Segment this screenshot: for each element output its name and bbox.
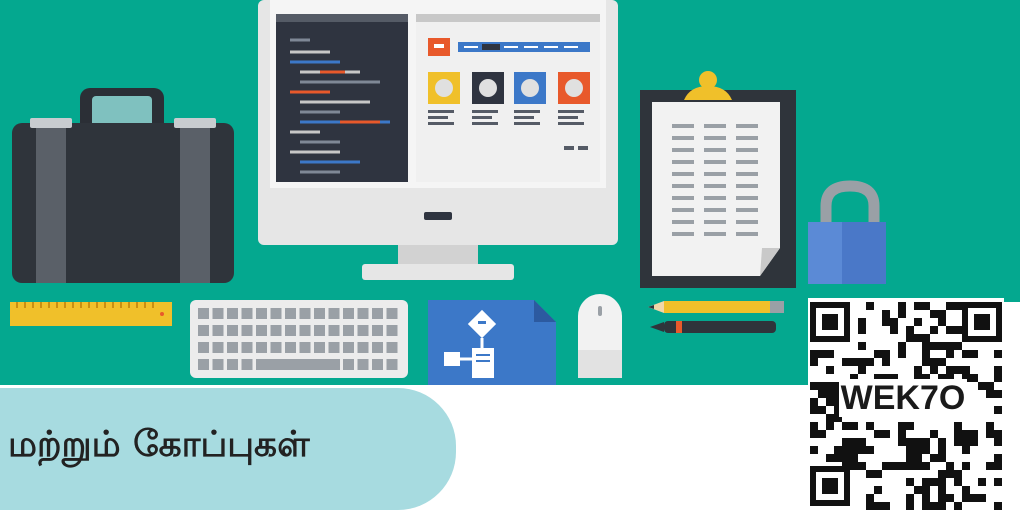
mouse-icon	[578, 294, 622, 378]
qr-code-label: WEK7O	[839, 379, 967, 417]
page-title: மற்றும் கோப்புகள்	[8, 424, 310, 465]
pen-icon	[650, 321, 776, 333]
clipboard-icon	[640, 71, 796, 288]
flowchart-document-icon	[428, 300, 556, 385]
computer-monitor-icon	[258, 0, 618, 280]
ruler-icon	[10, 302, 172, 326]
pencil-icon	[648, 301, 784, 313]
keyboard-icon	[190, 300, 408, 378]
